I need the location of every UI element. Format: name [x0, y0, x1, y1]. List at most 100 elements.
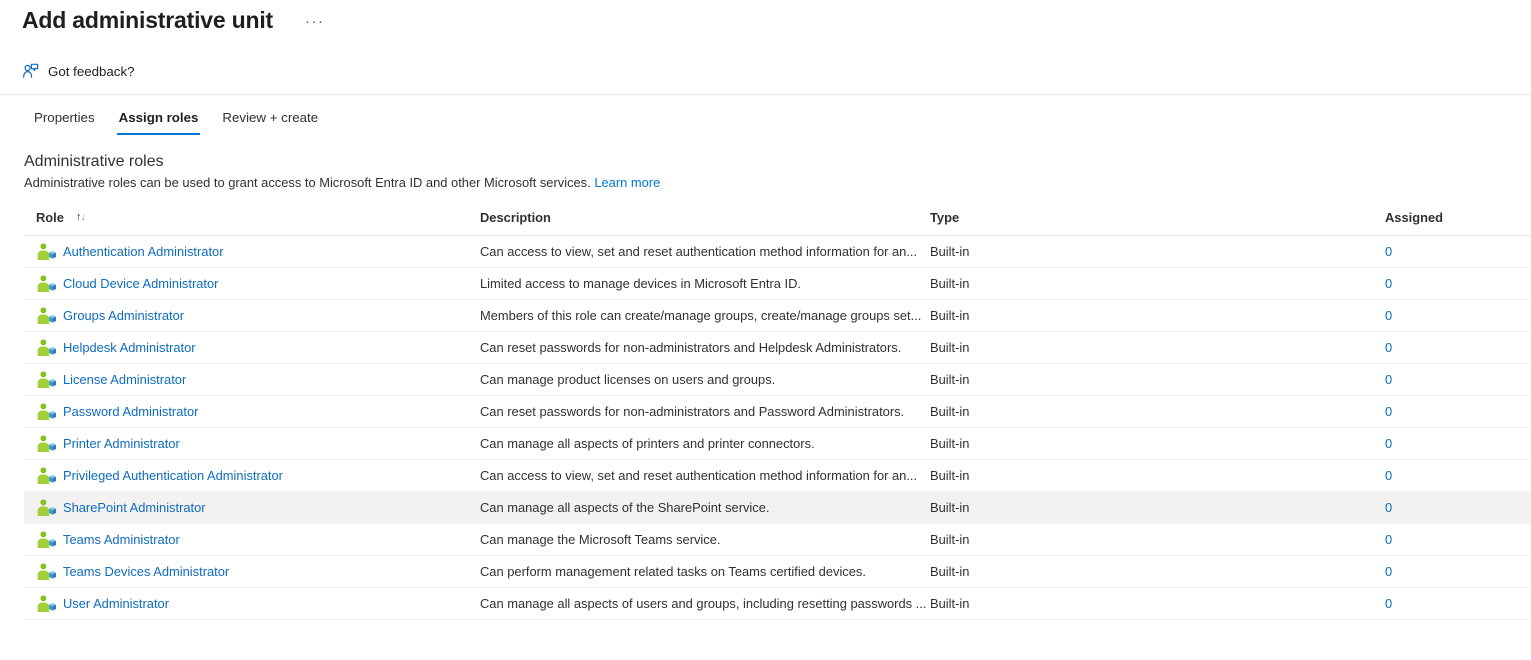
section-title: Administrative roles: [24, 153, 164, 170]
cell-description: Limited access to manage devices in Micr…: [480, 276, 801, 291]
cell-role: Printer Administrator: [24, 428, 480, 460]
cell-assigned: 0: [1385, 492, 1531, 524]
assigned-count-link[interactable]: 0: [1385, 372, 1392, 387]
table-row[interactable]: Groups Administrator Members of this rol…: [24, 300, 1531, 332]
table-row[interactable]: User Administrator Can manage all aspect…: [24, 588, 1531, 620]
cell-type: Built-in: [930, 404, 970, 419]
role-user-icon: [36, 594, 56, 614]
cell-role: Authentication Administrator: [24, 236, 480, 268]
table-row[interactable]: Authentication Administrator Can access …: [24, 236, 1531, 268]
table-header: Role ↑↓ Description Type Assigned: [24, 210, 1531, 236]
assigned-count-link[interactable]: 0: [1385, 340, 1392, 355]
table-row[interactable]: Teams Devices Administrator Can perform …: [24, 556, 1531, 588]
column-header-description-label: Description: [480, 210, 551, 225]
cell-description: Can manage all aspects of the SharePoint…: [480, 500, 770, 515]
role-name-link[interactable]: Privileged Authentication Administrator: [63, 468, 283, 483]
cell-assigned: 0: [1385, 460, 1531, 492]
cell-assigned: 0: [1385, 332, 1531, 364]
role-name-link[interactable]: User Administrator: [63, 596, 169, 611]
learn-more-link[interactable]: Learn more: [594, 175, 660, 190]
tab-properties[interactable]: Properties: [22, 101, 107, 137]
table-row[interactable]: Password Administrator Can reset passwor…: [24, 396, 1531, 428]
cell-assigned: 0: [1385, 428, 1531, 460]
cell-description: Can reset passwords for non-administrato…: [480, 404, 905, 419]
cell-role: License Administrator: [24, 364, 480, 396]
table-body: Authentication Administrator Can access …: [24, 236, 1531, 620]
role-user-icon: [36, 434, 56, 454]
table-row[interactable]: Teams Administrator Can manage the Micro…: [24, 524, 1531, 556]
got-feedback-button[interactable]: Got feedback?: [20, 59, 141, 84]
cell-role: Teams Administrator: [24, 524, 480, 556]
table-row[interactable]: SharePoint Administrator Can manage all …: [24, 491, 1531, 524]
role-name-link[interactable]: Cloud Device Administrator: [63, 276, 218, 291]
role-name-link[interactable]: Groups Administrator: [63, 308, 184, 323]
overflow-menu-icon[interactable]: ···: [299, 13, 331, 31]
cell-type: Built-in: [930, 308, 970, 323]
cell-description: Can access to view, set and reset authen…: [480, 468, 918, 483]
cell-type: Built-in: [930, 596, 970, 611]
cell-type: Built-in: [930, 372, 970, 387]
tab-review-create[interactable]: Review + create: [210, 101, 330, 137]
cell-assigned: 0: [1385, 236, 1531, 268]
column-header-assigned-label: Assigned: [1385, 210, 1444, 225]
column-header-type-label: Type: [930, 210, 960, 225]
administrative-roles-table: Role ↑↓ Description Type Assigned Authen…: [24, 210, 1531, 620]
assigned-count-link[interactable]: 0: [1385, 564, 1392, 579]
role-name-link[interactable]: SharePoint Administrator: [63, 500, 206, 515]
assigned-count-link[interactable]: 0: [1385, 276, 1392, 291]
column-header-description[interactable]: Description: [480, 210, 930, 236]
role-name-link[interactable]: License Administrator: [63, 372, 186, 387]
assigned-count-link[interactable]: 0: [1385, 532, 1392, 547]
assigned-count-link[interactable]: 0: [1385, 500, 1392, 515]
role-user-icon: [36, 562, 56, 582]
assigned-count-link[interactable]: 0: [1385, 596, 1392, 611]
assigned-count-link[interactable]: 0: [1385, 244, 1392, 259]
role-user-icon: [36, 274, 56, 294]
cell-type: Built-in: [930, 532, 970, 547]
sort-arrows-icon: ↑↓: [75, 210, 86, 223]
role-name-link[interactable]: Printer Administrator: [63, 436, 180, 451]
assigned-count-link[interactable]: 0: [1385, 468, 1392, 483]
cell-role: Privileged Authentication Administrator: [24, 460, 480, 492]
assigned-count-link[interactable]: 0: [1385, 436, 1392, 451]
column-header-assigned[interactable]: Assigned: [1385, 210, 1531, 236]
role-name-link[interactable]: Authentication Administrator: [63, 244, 224, 259]
cell-assigned: 0: [1385, 268, 1531, 300]
cell-role: User Administrator: [24, 588, 480, 620]
column-header-type[interactable]: Type: [930, 210, 1385, 236]
cell-description: Can manage the Microsoft Teams service.: [480, 532, 721, 547]
cell-type: Built-in: [930, 340, 970, 355]
role-user-icon: [36, 530, 56, 550]
role-user-icon: [36, 242, 56, 262]
cell-role: Teams Devices Administrator: [24, 556, 480, 588]
cell-type: Built-in: [930, 276, 970, 291]
cell-description: Can manage all aspects of users and grou…: [480, 596, 927, 611]
cell-type: Built-in: [930, 244, 970, 259]
table-row[interactable]: Helpdesk Administrator Can reset passwor…: [24, 332, 1531, 364]
table-row[interactable]: Cloud Device Administrator Limited acces…: [24, 268, 1531, 300]
cell-assigned: 0: [1385, 396, 1531, 428]
tab-assign-roles-label: Assign roles: [118, 110, 199, 125]
role-name-link[interactable]: Teams Administrator: [63, 532, 180, 547]
cell-description: Members of this role can create/manage g…: [480, 308, 922, 323]
assigned-count-link[interactable]: 0: [1385, 308, 1392, 323]
cell-role: Helpdesk Administrator: [24, 332, 480, 364]
column-header-role[interactable]: Role ↑↓: [24, 210, 480, 236]
role-name-link[interactable]: Helpdesk Administrator: [63, 340, 196, 355]
cell-description: Can access to view, set and reset authen…: [480, 244, 918, 259]
table-row[interactable]: Printer Administrator Can manage all asp…: [24, 428, 1531, 460]
got-feedback-label: Got feedback?: [48, 63, 135, 79]
tab-review-create-label: Review + create: [222, 110, 319, 125]
table-row[interactable]: Privileged Authentication Administrator …: [24, 460, 1531, 492]
role-name-link[interactable]: Teams Devices Administrator: [63, 564, 229, 579]
page-header: Add administrative unit ···: [0, 0, 1531, 34]
command-bar: Got feedback?: [0, 48, 1531, 94]
role-user-icon: [36, 370, 56, 390]
assigned-count-link[interactable]: 0: [1385, 404, 1392, 419]
table-row[interactable]: License Administrator Can manage product…: [24, 364, 1531, 396]
feedback-person-icon: [22, 63, 39, 80]
cell-type: Built-in: [930, 500, 970, 515]
cell-assigned: 0: [1385, 300, 1531, 332]
tab-assign-roles[interactable]: Assign roles: [107, 101, 211, 137]
role-name-link[interactable]: Password Administrator: [63, 404, 198, 419]
